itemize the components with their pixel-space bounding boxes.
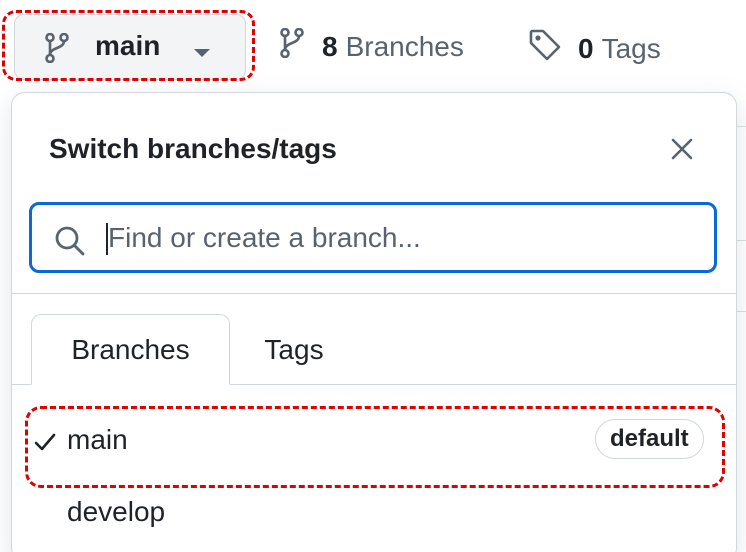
branch-name: develop <box>67 496 166 527</box>
popover-title: Switch branches/tags <box>49 133 337 164</box>
branches-count: 8 <box>322 30 338 62</box>
tag-icon <box>528 28 562 69</box>
branches-label: Branches <box>345 30 464 62</box>
switch-branches-popover: Switch branches/tags Branches Tags <box>11 92 737 552</box>
default-badge: default <box>595 419 704 459</box>
triangle-down-icon <box>193 45 211 63</box>
tab-branches[interactable]: Branches <box>31 314 230 385</box>
branch-search-input[interactable] <box>108 213 698 263</box>
branches-count-link[interactable]: 8 Branches <box>280 27 464 65</box>
tags-count-link[interactable]: 0 Tags <box>528 28 661 69</box>
divider <box>12 293 736 294</box>
tags-count: 0 <box>578 32 594 64</box>
git-branch-icon <box>45 32 69 68</box>
branch-list-item-develop[interactable]: develop <box>12 481 736 545</box>
branch-name: main <box>67 424 128 455</box>
branch-search-field[interactable] <box>29 202 717 273</box>
search-icon <box>54 225 86 262</box>
screen: main 8 Branches 0 Tags Switch branches/t… <box>0 0 746 552</box>
branch-selector-button[interactable]: main <box>14 14 246 80</box>
current-branch-label: main <box>95 30 161 61</box>
tab-tags[interactable]: Tags <box>234 314 354 385</box>
close-icon[interactable] <box>666 133 698 165</box>
tags-label: Tags <box>601 32 661 64</box>
check-icon <box>34 433 56 456</box>
git-branch-icon <box>280 27 304 65</box>
branch-list-item-main[interactable]: main default <box>12 409 736 473</box>
